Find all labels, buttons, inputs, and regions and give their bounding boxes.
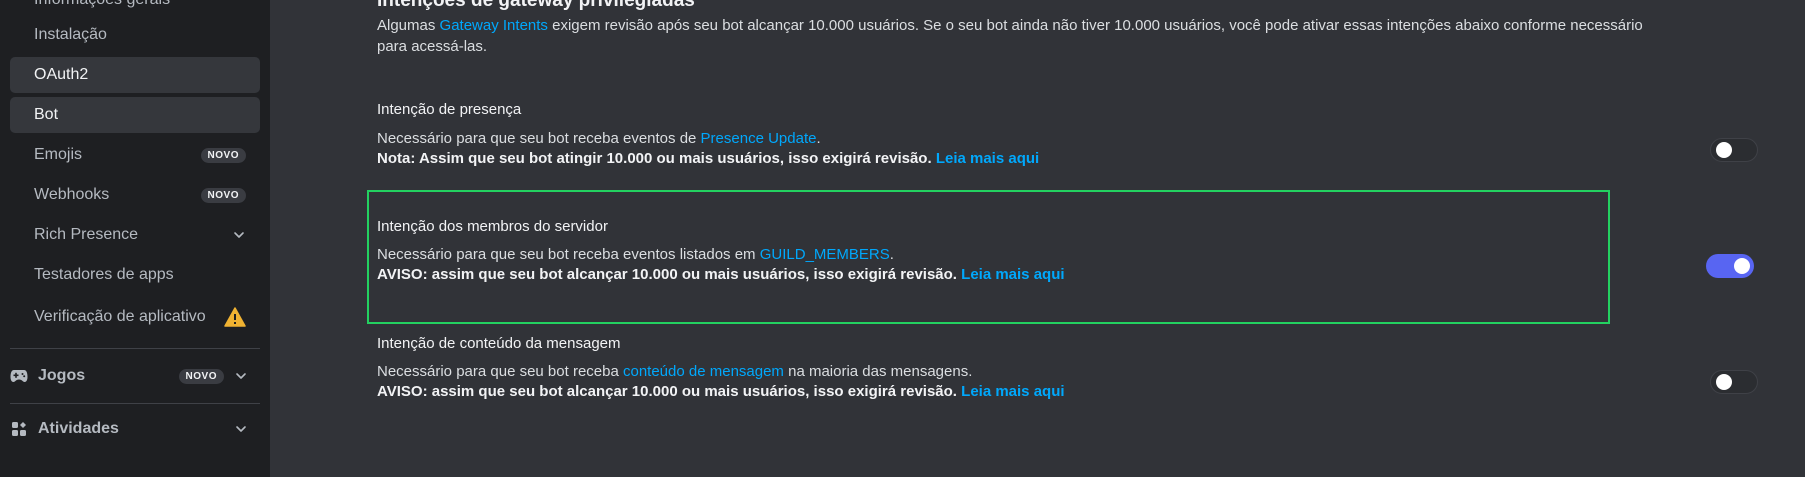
new-badge: NOVO [178, 368, 224, 384]
message-content-intent-note: AVISO: assim que seu bot alcançar 10.000… [377, 381, 1065, 402]
message-content-intent-toggle[interactable] [1710, 370, 1758, 394]
intro-before: Algumas [377, 17, 440, 34]
sidebar-item-rich-presence[interactable]: Rich Presence [10, 217, 260, 253]
sidebar-item-label: Emojis [34, 146, 83, 163]
sidebar-item-label: Verificação de aplicativo [34, 308, 206, 325]
desc-text: Necessário para que seu bot receba event… [377, 246, 760, 263]
sidebar-item-app-verification[interactable]: Verificação de aplicativo [10, 299, 260, 335]
toggle-knob [1716, 142, 1732, 158]
desc-text: na maioria das mensagens. [783, 363, 973, 380]
sidebar-divider [10, 348, 260, 349]
sidebar-item-label: Bot [34, 106, 59, 123]
intro-after: exigem revisão após seu bot alcançar 10.… [377, 17, 1643, 55]
sidebar-section-games[interactable]: Jogos NOVO [10, 358, 260, 394]
server-members-intent-toggle[interactable] [1706, 254, 1754, 278]
guild-members-link[interactable]: GUILD_MEMBERS [760, 246, 890, 263]
note-text: Nota: Assim que seu bot atingir 10.000 o… [377, 150, 932, 167]
sidebar-item-label: Testadores de apps [34, 266, 174, 283]
sidebar-item-label: Rich Presence [34, 226, 139, 243]
new-badge: NOVO [200, 187, 246, 203]
message-content-intent-title: Intenção de conteúdo da mensagem [377, 335, 621, 352]
sidebar-section-label: Atividades [38, 420, 119, 437]
presence-intent-title: Intenção de presença [377, 101, 522, 118]
toggle-knob [1716, 374, 1732, 390]
sidebar-divider [10, 403, 260, 404]
read-more-link[interactable]: Leia mais aqui [961, 383, 1064, 400]
sidebar-item-label: Webhooks [34, 186, 110, 203]
presence-update-link[interactable]: Presence Update [701, 130, 817, 147]
message-content-intent-desc: Necessário para que seu bot receba conte… [377, 361, 972, 382]
chevron-down-icon [234, 422, 248, 436]
warning-icon [224, 307, 246, 327]
sidebar-item-general-info[interactable]: Informações gerais [10, 0, 260, 18]
presence-intent-desc: Necessário para que seu bot receba event… [377, 128, 821, 149]
server-members-intent-note: AVISO: assim que seu bot alcançar 10.000… [377, 264, 1065, 285]
sidebar-item-webhooks[interactable]: Webhooks NOVO [10, 177, 260, 213]
main-content: Intenções de gateway privilegiadas Algum… [270, 0, 1805, 477]
sidebar-section-label: Jogos [38, 367, 86, 384]
presence-intent-note: Nota: Assim que seu bot atingir 10.000 o… [377, 148, 1039, 169]
sidebar-item-label: Informações gerais [34, 0, 246, 9]
gateway-intents-link[interactable]: Gateway Intents [440, 17, 548, 34]
intro-text: Algumas Gateway Intents exigem revisão a… [377, 15, 1667, 57]
sidebar-item-bot[interactable]: Bot [10, 97, 260, 133]
sidebar-section-activities[interactable]: Atividades [10, 411, 260, 447]
sidebar-item-emojis[interactable]: Emojis NOVO [10, 137, 260, 173]
activities-icon [10, 420, 28, 438]
presence-intent-toggle[interactable] [1710, 138, 1758, 162]
section-heading: Intenções de gateway privilegiadas [377, 0, 695, 11]
sidebar-item-label: OAuth2 [34, 66, 89, 83]
toggle-knob [1734, 258, 1750, 274]
read-more-link[interactable]: Leia mais aqui [936, 150, 1039, 167]
server-members-intent-desc: Necessário para que seu bot receba event… [377, 244, 894, 265]
desc-text: . [889, 246, 894, 263]
server-members-intent-title: Intenção dos membros do servidor [377, 218, 608, 235]
new-badge: NOVO [200, 147, 246, 163]
message-content-link[interactable]: conteúdo de mensagem [623, 363, 784, 380]
sidebar-item-label: Instalação [34, 26, 107, 43]
note-text: AVISO: assim que seu bot alcançar 10.000… [377, 383, 957, 400]
note-text: AVISO: assim que seu bot alcançar 10.000… [377, 266, 957, 283]
sidebar-item-oauth2[interactable]: OAuth2 [10, 57, 260, 93]
sidebar-item-app-testers[interactable]: Testadores de apps [10, 257, 260, 293]
desc-text: . [816, 130, 821, 147]
desc-text: Necessário para que seu bot receba [377, 363, 623, 380]
read-more-link[interactable]: Leia mais aqui [961, 266, 1064, 283]
gamepad-icon [10, 367, 28, 385]
chevron-down-icon [232, 228, 246, 242]
sidebar: Informações gerais Instalação OAuth2 Bot… [0, 0, 270, 477]
desc-text: Necessário para que seu bot receba event… [377, 130, 701, 147]
chevron-down-icon [234, 369, 248, 383]
sidebar-item-installation[interactable]: Instalação [10, 17, 260, 53]
